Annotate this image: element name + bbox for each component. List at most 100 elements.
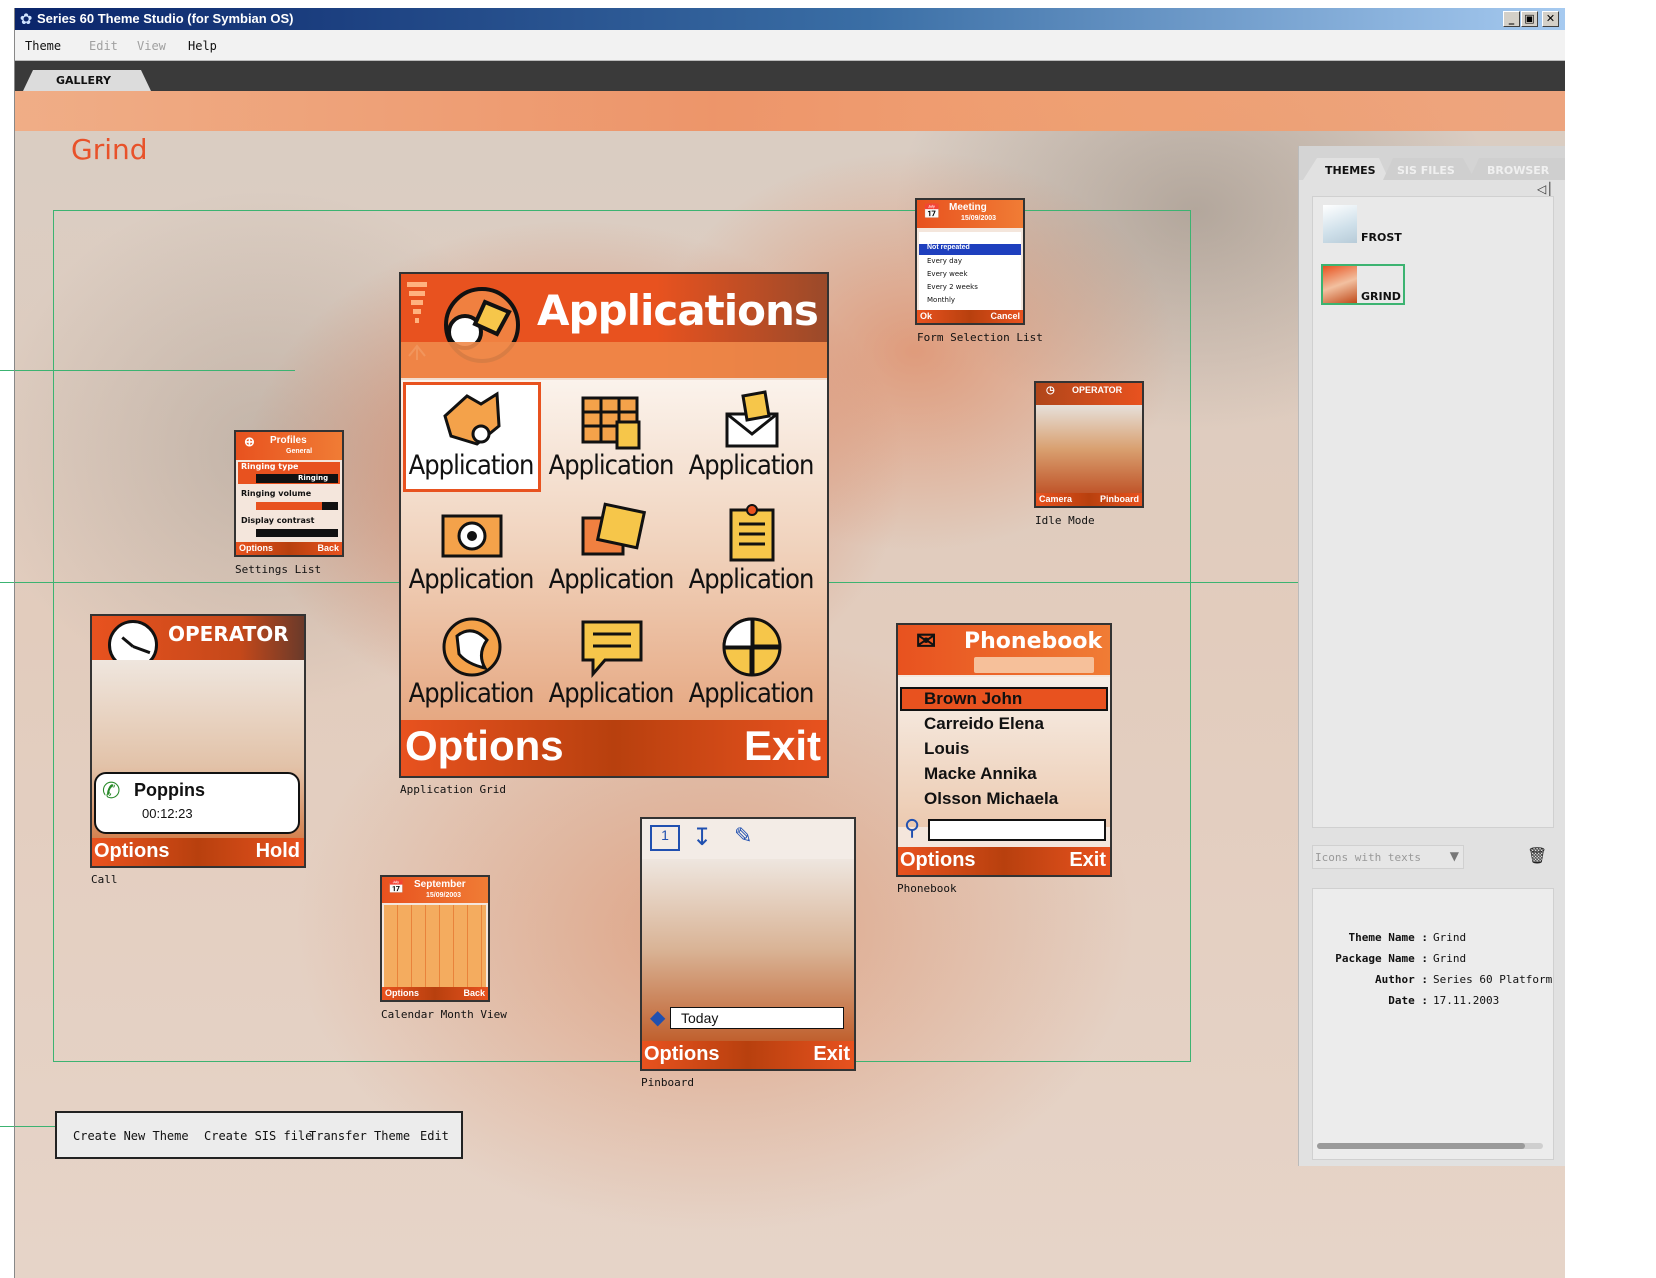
app-grid-cell[interactable]: Application	[401, 494, 541, 606]
contact-row: Macke Annika	[924, 764, 1037, 783]
preview-header: ◷ OPERATOR	[1036, 383, 1142, 405]
to-do-icon	[729, 504, 775, 562]
calendar-icon: 1	[650, 825, 680, 851]
tab-themes-label: THEMES	[1325, 164, 1376, 177]
guide-line	[0, 1126, 14, 1127]
right-softkey: Pinboard	[1099, 494, 1139, 504]
minimize-button[interactable]: _	[1503, 11, 1520, 27]
preview-title: OPERATOR	[168, 622, 289, 646]
trash-icon[interactable]: 🗑	[1527, 846, 1547, 865]
window-title: Series 60 Theme Studio (for Symbian OS)	[37, 11, 294, 26]
menu-theme[interactable]: Theme	[25, 39, 61, 53]
folder-documents-icon	[443, 391, 501, 446]
restore-button[interactable]: ▣	[1521, 11, 1538, 27]
preview-title: Meeting	[949, 202, 987, 213]
theme-thumbnail-frost	[1323, 205, 1357, 243]
tab-sis-files[interactable]: SIS FILES	[1383, 158, 1475, 180]
left-softkey: Options	[405, 722, 564, 769]
menu-view[interactable]: View	[137, 39, 166, 53]
info-key: Package Name :	[1335, 952, 1428, 965]
app-label: Application	[548, 678, 675, 709]
preview-subtitle: 15/09/2003	[961, 215, 997, 222]
app-label: Application	[408, 564, 535, 595]
right-softkey: Back	[317, 543, 339, 553]
app-grid-cell[interactable]: Application	[541, 494, 681, 606]
theme-thumbnail-grind	[1323, 266, 1357, 303]
menu-edit[interactable]: Edit	[89, 39, 118, 53]
preview-header: ⊕ Profiles General	[236, 432, 342, 460]
collapse-panel-icon[interactable]: ◁│	[1537, 182, 1553, 196]
settings-row: Ringing type	[241, 462, 299, 471]
preview-pinboard[interactable]: 1 ↧ ✎ Today ◆ Options Exit	[640, 817, 856, 1071]
search-field	[928, 819, 1106, 841]
app-grid-cell[interactable]: Application	[541, 380, 681, 492]
clock-icon	[442, 617, 502, 677]
preview-call[interactable]: OPERATOR ✆ Poppins 00:12:23 Options Hold	[90, 614, 306, 868]
close-button[interactable]: ✕	[1542, 11, 1559, 27]
tab-themes[interactable]: THEMES	[1303, 158, 1389, 180]
right-softkey: Exit	[743, 722, 821, 769]
caption-call: Call	[91, 873, 118, 886]
profiles-icon: ⊕	[244, 434, 255, 449]
info-row-package-name: Package Name : Grind	[1313, 952, 1553, 970]
phone-handset-icon: ✆	[102, 778, 121, 803]
left-softkey: Options	[239, 543, 273, 553]
theme-item-grind[interactable]: GRIND	[1321, 264, 1405, 305]
theme-title: Grind	[71, 133, 148, 166]
pinboard-toolbar: 1 ↧ ✎	[642, 819, 854, 859]
preview-form-selection-list[interactable]: 📅 Meeting 15/09/2003 Not repeated Every …	[915, 198, 1025, 325]
list-item: Every 2 weeks	[927, 283, 978, 291]
gallery-canvas: Grind 📅 Meeting 15/09/2003 Not repeated …	[15, 91, 1565, 1278]
edit-button[interactable]: Edit	[420, 1129, 449, 1143]
today-field: Today	[670, 1007, 844, 1029]
preview-application-grid[interactable]: Applications Application Application App…	[399, 272, 829, 778]
create-sis-file-button[interactable]: Create SIS file	[204, 1129, 312, 1143]
horizontal-scrollbar[interactable]	[1317, 1143, 1543, 1149]
app-grid-cell[interactable]: Application	[401, 380, 541, 492]
messaging-icon	[725, 390, 779, 448]
contact-row: Louis	[924, 739, 970, 758]
tab-browser[interactable]: BROWSER	[1469, 158, 1565, 180]
app-grid-cell[interactable]: Application	[541, 608, 681, 720]
preview-phonebook[interactable]: ✉ Phonebook Brown John Carreido Elena Lo…	[896, 623, 1112, 877]
info-value: 17.11.2003	[1433, 994, 1500, 1007]
left-softkey: Camera	[1039, 494, 1073, 504]
call-bubble: ✆ Poppins 00:12:23	[94, 772, 300, 834]
action-bar: Create New Theme Create SIS file Transfe…	[55, 1111, 463, 1159]
menu-help[interactable]: Help	[188, 39, 217, 53]
caption-calendar-month-view: Calendar Month View	[381, 1008, 507, 1021]
app-grid-cell[interactable]: Application	[681, 494, 821, 606]
view-mode-value: Icons with texts	[1315, 851, 1421, 864]
caption-pinboard: Pinboard	[641, 1076, 694, 1089]
app-grid-cell[interactable]: Application	[681, 608, 821, 720]
right-softkey: Back	[463, 988, 485, 998]
right-softkey: Cancel	[990, 311, 1020, 321]
app-grid-cell[interactable]: Application	[681, 380, 821, 492]
theme-item-frost[interactable]: FROST	[1321, 205, 1421, 245]
preview-subtitle: 15/09/2003	[426, 892, 462, 899]
tab-gallery[interactable]: GALLERY	[23, 70, 151, 91]
preview-header: 📅 September 15/09/2003	[382, 877, 488, 903]
create-new-theme-button[interactable]: Create New Theme	[73, 1129, 189, 1143]
app-label: Application	[548, 564, 675, 595]
view-mode-select[interactable]: Icons with texts ▼	[1312, 845, 1464, 869]
right-softkey: Hold	[255, 840, 300, 862]
chevron-down-icon: ▼	[1449, 849, 1459, 863]
info-key: Theme Name :	[1348, 931, 1428, 944]
guide-line	[0, 582, 14, 583]
calendar-icon: 📅	[388, 879, 405, 894]
caller-name: Poppins	[134, 780, 205, 800]
transfer-theme-button[interactable]: Transfer Theme	[309, 1129, 410, 1143]
tab-gallery-label: GALLERY	[56, 74, 111, 87]
theme-list: FROST GRIND	[1312, 196, 1554, 828]
preview-idle-mode[interactable]: ◷ OPERATOR Camera Pinboard	[1034, 381, 1144, 508]
settings-row: Ringing volume	[241, 489, 312, 498]
app-window: ✿ Series 60 Theme Studio (for Symbian OS…	[14, 8, 1565, 1278]
preview-settings-list[interactable]: ⊕ Profiles General Ringing type Ringing …	[234, 430, 344, 557]
preview-calendar-month-view[interactable]: 📅 September 15/09/2003 Options Back	[380, 875, 490, 1002]
info-row-date: Date : 17.11.2003	[1313, 994, 1553, 1012]
app-grid-cell[interactable]: Application	[401, 608, 541, 720]
preview-title: OPERATOR	[1072, 385, 1123, 395]
info-row-theme-name: Theme Name : Grind	[1313, 931, 1553, 949]
chat-icon	[581, 620, 643, 679]
